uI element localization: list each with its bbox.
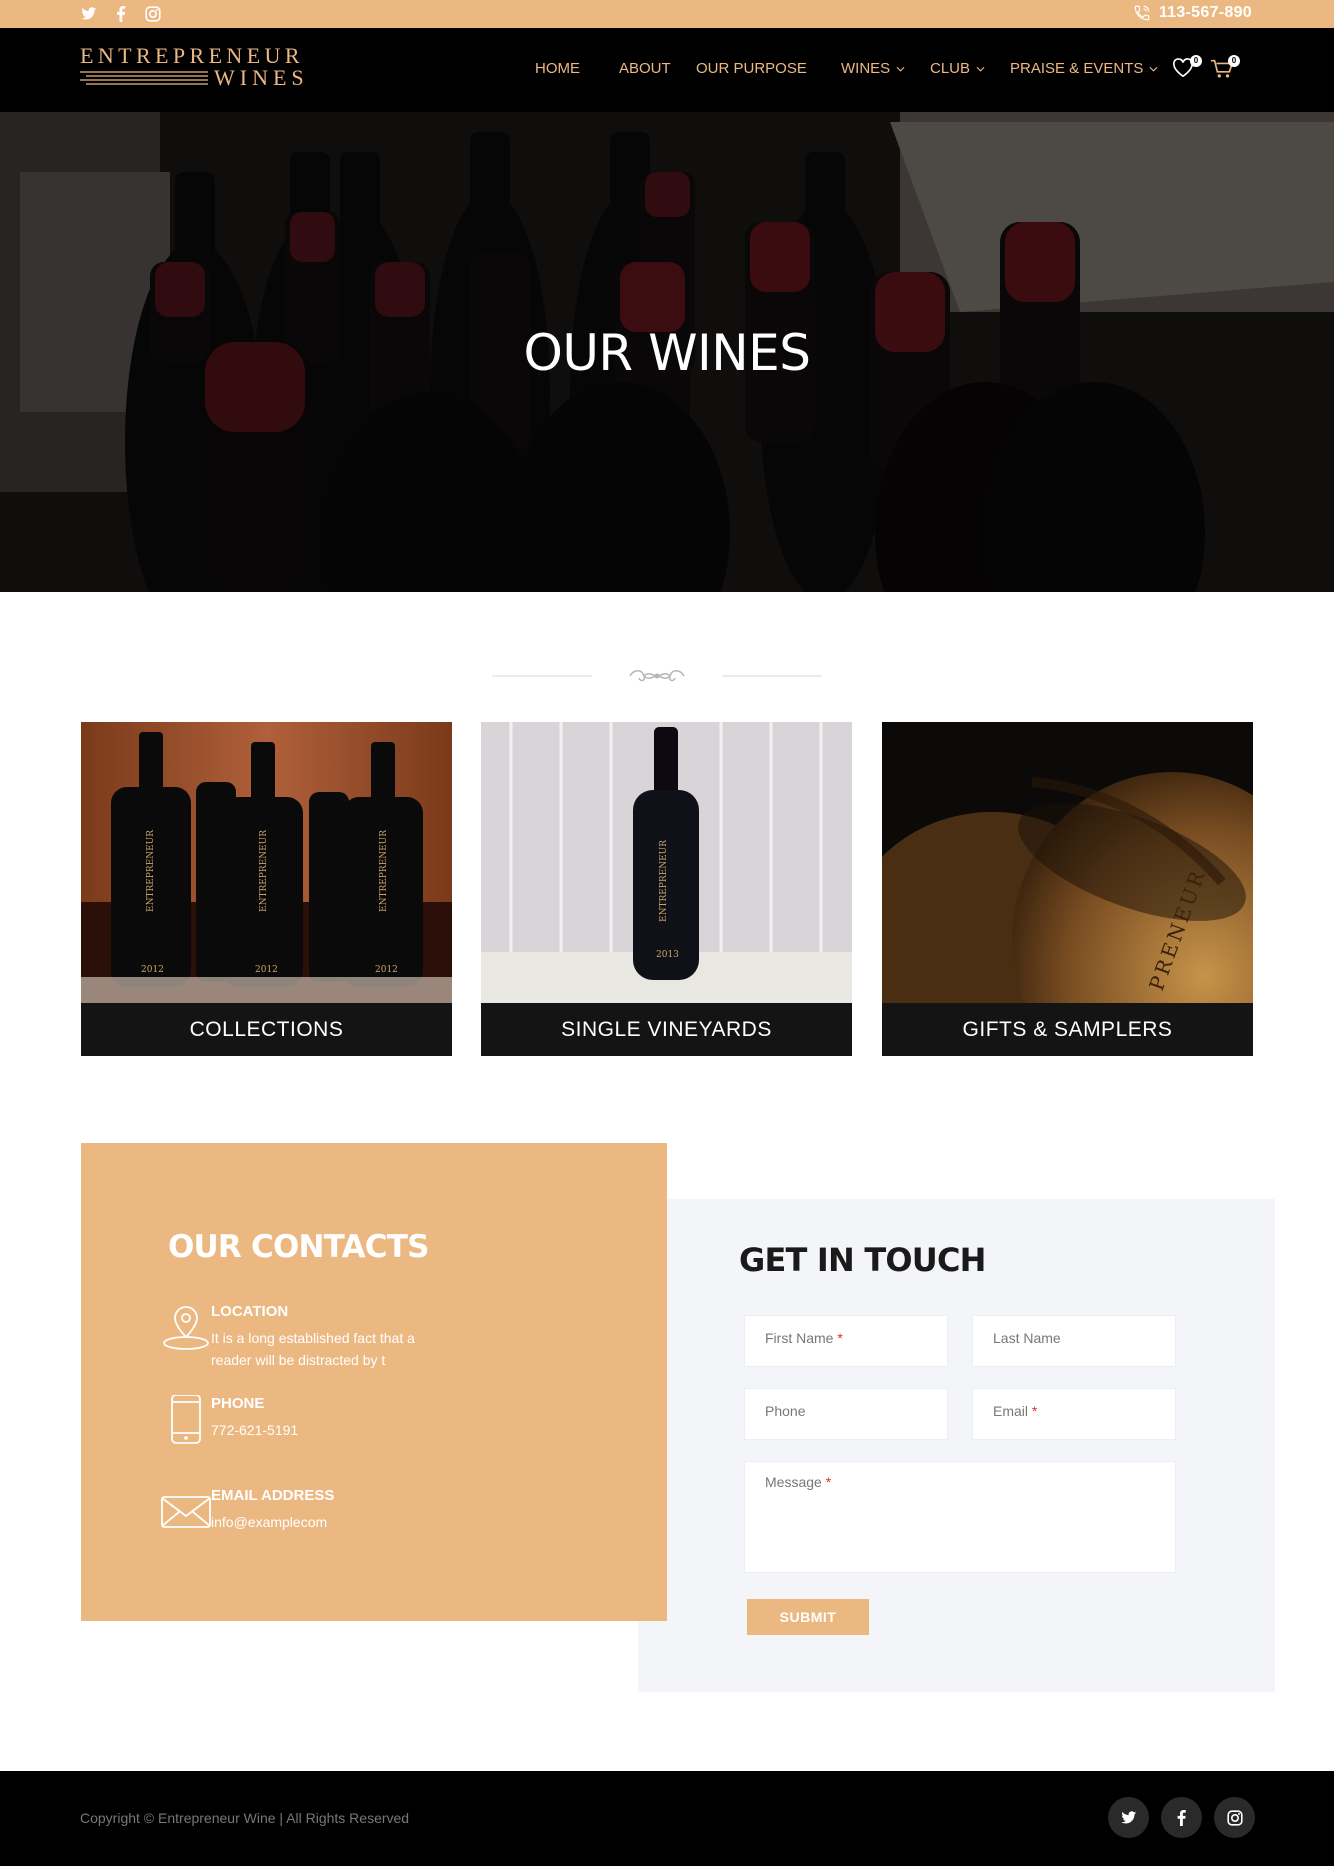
top-bar: 113-567-890 <box>0 0 1334 28</box>
main-navigation: ENTREPRENEUR WINES HOME ABOUT OUR PURPOS… <box>0 28 1334 112</box>
email-field[interactable]: Email * <box>972 1388 1176 1440</box>
page-title: OUR WINES <box>523 324 811 382</box>
svg-text:ENTREPRENEUR: ENTREPRENEUR <box>146 830 156 912</box>
footer-twitter-button[interactable] <box>1108 1797 1149 1838</box>
top-social-links <box>80 5 162 23</box>
twitter-icon[interactable] <box>80 5 98 23</box>
location-text: It is a long established fact that a rea… <box>211 1330 415 1368</box>
email-text[interactable]: info@examplecom <box>211 1511 451 1533</box>
cart-count-badge: 0 <box>1228 55 1240 67</box>
wishlist-count-badge: 0 <box>1190 55 1202 67</box>
gifts-samplers-image: PRENEUR <box>882 722 1253 1003</box>
ornament-divider <box>492 670 822 682</box>
envelope-icon <box>161 1496 211 1528</box>
nav-item-label: WINES <box>841 60 891 77</box>
svg-text:ENTREPRENEUR: ENTREPRENEUR <box>379 830 389 912</box>
logo-lines-graphic <box>80 71 208 85</box>
category-label: GIFTS & SAMPLERS <box>882 1003 1253 1056</box>
contacts-title: OUR CONTACTS <box>168 1229 429 1265</box>
required-mark: * <box>1031 1403 1038 1419</box>
category-label: COLLECTIONS <box>81 1003 452 1056</box>
message-field[interactable]: Message * <box>744 1461 1176 1573</box>
nav-item-label: HOME <box>535 60 580 77</box>
svg-text:2012: 2012 <box>375 965 398 975</box>
svg-text:2013: 2013 <box>656 950 679 960</box>
phone-icon <box>1134 5 1150 21</box>
cart-button[interactable]: 0 <box>1210 55 1240 80</box>
email-heading: EMAIL ADDRESS <box>211 1487 335 1504</box>
top-phone[interactable]: 113-567-890 <box>1133 4 1252 22</box>
collections-image: ENTREPRENEUR ENTREPRENEUR ENTREPRENEUR 2… <box>81 722 452 1003</box>
twitter-icon <box>1120 1810 1136 1824</box>
first-name-placeholder: First Name <box>765 1330 834 1346</box>
hero-banner: OUR WINES <box>0 112 1334 592</box>
category-card-collections[interactable]: ENTREPRENEUR ENTREPRENEUR ENTREPRENEUR 2… <box>81 722 452 1056</box>
nav-item-our-purpose[interactable]: OUR PURPOSE <box>696 60 841 77</box>
footer-instagram-button[interactable] <box>1214 1797 1255 1838</box>
nav-menu: HOME ABOUT OUR PURPOSE WINES CLUB PRAISE… <box>535 60 1158 77</box>
logo-text-line2: WINES <box>214 65 309 90</box>
last-name-field[interactable]: Last Name <box>972 1315 1176 1367</box>
phone-number: 113-567-890 <box>1158 4 1252 21</box>
phone-field[interactable]: Phone <box>744 1388 948 1440</box>
contact-form-section: GET IN TOUCH First Name * Last Name Phon… <box>638 1199 1275 1692</box>
submit-button[interactable]: SUBMIT <box>747 1599 869 1635</box>
nav-item-club[interactable]: CLUB <box>930 60 1010 77</box>
footer-social-links <box>1108 1797 1255 1838</box>
svg-text:2012: 2012 <box>255 965 278 975</box>
chevron-down-icon <box>896 66 905 72</box>
facebook-icon <box>1177 1809 1186 1826</box>
site-logo[interactable]: ENTREPRENEUR WINES <box>80 43 312 93</box>
site-footer: Copyright © Entrepreneur Wine | All Righ… <box>0 1771 1334 1866</box>
email-placeholder: Email <box>993 1403 1029 1419</box>
category-label: SINGLE VINEYARDS <box>481 1003 852 1056</box>
instagram-icon <box>1226 1809 1243 1826</box>
location-pin-icon <box>163 1306 209 1350</box>
nav-item-wines[interactable]: WINES <box>841 60 930 77</box>
required-mark: * <box>825 1474 832 1490</box>
wishlist-button[interactable]: 0 <box>1172 55 1202 80</box>
svg-text:ENTREPRENEUR: ENTREPRENEUR <box>259 830 269 912</box>
nav-item-label: CLUB <box>930 60 971 77</box>
category-card-gifts-samplers[interactable]: PRENEUR GIFTS & SAMPLERS <box>882 722 1253 1056</box>
chevron-down-icon <box>1149 66 1158 72</box>
first-name-field[interactable]: First Name * <box>744 1315 948 1367</box>
nav-item-label: ABOUT <box>619 60 671 77</box>
nav-item-label: OUR PURPOSE <box>696 60 807 77</box>
svg-text:ENTREPRENEUR: ENTREPRENEUR <box>659 840 669 922</box>
nav-item-praise-events[interactable]: PRAISE & EVENTS <box>1010 60 1158 77</box>
location-heading: LOCATION <box>211 1303 289 1320</box>
facebook-icon[interactable] <box>112 5 130 23</box>
phone-placeholder: Phone <box>765 1403 806 1419</box>
category-card-single-vineyards[interactable]: ENTREPRENEUR 2013 SINGLE VINEYARDS <box>481 722 852 1056</box>
instagram-icon[interactable] <box>144 5 162 23</box>
nav-item-home[interactable]: HOME <box>535 60 619 77</box>
chevron-down-icon <box>976 66 985 72</box>
last-name-placeholder: Last Name <box>993 1330 1061 1346</box>
phone-text[interactable]: 772-621-5191 <box>211 1419 451 1441</box>
nav-action-icons: 0 0 <box>1172 55 1240 80</box>
mobile-phone-icon <box>171 1395 201 1444</box>
svg-text:2012: 2012 <box>141 965 164 975</box>
single-vineyards-image: ENTREPRENEUR 2013 <box>481 722 852 1003</box>
contacts-panel: OUR CONTACTS LOCATION It is a long estab… <box>81 1143 667 1621</box>
copyright-text: Copyright © Entrepreneur Wine | All Righ… <box>80 1810 410 1826</box>
footer-facebook-button[interactable] <box>1161 1797 1202 1838</box>
nav-item-about[interactable]: ABOUT <box>619 60 696 77</box>
phone-heading: PHONE <box>211 1395 265 1412</box>
required-mark: * <box>837 1330 843 1346</box>
message-placeholder: Message <box>765 1474 822 1490</box>
form-title: GET IN TOUCH <box>739 1241 986 1279</box>
nav-item-label: PRAISE & EVENTS <box>1010 60 1144 77</box>
